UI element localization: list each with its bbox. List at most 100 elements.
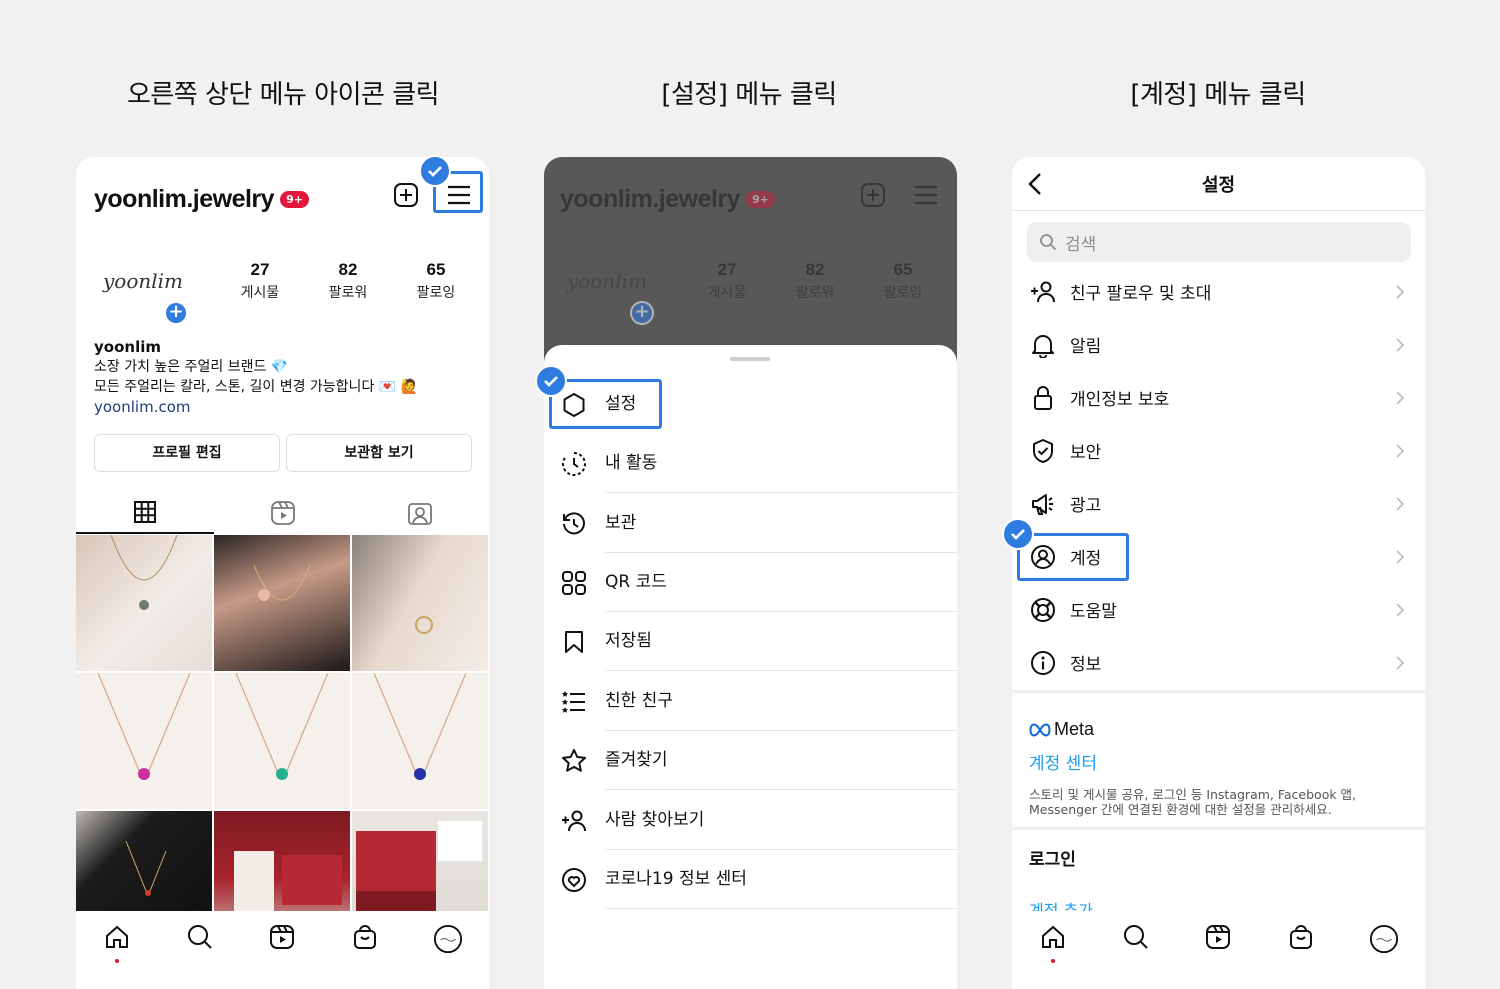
photo-thumbnail[interactable]	[214, 535, 350, 671]
tagged-icon	[408, 503, 433, 525]
login-heading: 로그인	[1029, 850, 1076, 870]
menu-item-covid-center[interactable]: 코로나19 정보 센터	[544, 850, 957, 909]
stat-label: 게시물	[707, 285, 747, 301]
chevron-right-icon	[1396, 284, 1405, 299]
stat-followers[interactable]: 82 팔로워	[313, 260, 383, 302]
stat-following[interactable]: 65 팔로잉	[401, 260, 471, 302]
menu-item-discover-people[interactable]: 사람 찾아보기	[544, 791, 957, 850]
profile-header: yoonlim.jewelry 9+	[560, 179, 957, 219]
menu-item-label: 즐겨찾기	[605, 731, 957, 790]
grid-icon	[133, 501, 156, 523]
settings-item-about[interactable]: 정보	[1012, 636, 1425, 689]
view-archive-button[interactable]: 보관함 보기	[286, 434, 472, 472]
search-icon[interactable]	[185, 923, 215, 953]
archive-icon	[559, 509, 589, 539]
photo-grid	[76, 535, 489, 947]
settings-search-input[interactable]: 검색	[1027, 222, 1411, 262]
shop-icon[interactable]	[1286, 923, 1316, 953]
settings-item-notifications[interactable]: 알림	[1012, 318, 1425, 371]
notification-badge[interactable]: 9+	[280, 190, 309, 208]
meta-description: 스토리 및 게시물 공유, 로그인 등 Instagram, Facebook …	[1029, 787, 1357, 817]
meta-logo: Meta	[1029, 719, 1094, 740]
menu-item-favorites[interactable]: 즐겨찾기	[544, 731, 957, 790]
active-dot	[1051, 959, 1056, 963]
section-divider	[1012, 827, 1425, 830]
menu-item-label: 친한 친구	[605, 672, 957, 731]
home-icon[interactable]	[1038, 923, 1068, 963]
add-story-button[interactable]: +	[164, 301, 188, 325]
profile-username: yoonlim.jewelry	[94, 184, 275, 213]
step1-title: 오른쪽 상단 메뉴 아이콘 클릭	[126, 80, 440, 110]
lock-icon	[1028, 383, 1058, 413]
photo-thumbnail[interactable]	[352, 535, 488, 671]
bio-name: yoonlim	[94, 338, 161, 356]
settings-screen: 설정 검색 친구 팔로우 및 초대 알림 개인정보 보호 보안 광고 계정 도움…	[1012, 157, 1425, 989]
megaphone-icon	[1028, 489, 1058, 519]
meta-infinity-icon	[1029, 722, 1051, 737]
menu-item-label: QR 코드	[605, 553, 957, 612]
settings-item-ads[interactable]: 광고	[1012, 477, 1425, 530]
tab-grid[interactable]	[76, 492, 214, 534]
search-icon[interactable]	[1121, 923, 1151, 953]
sheet-grabber[interactable]	[730, 357, 770, 361]
menu-item-saved[interactable]: 저장됨	[544, 612, 957, 671]
step3-title: [계정] 메뉴 클릭	[1130, 80, 1306, 110]
photo-thumbnail[interactable]	[352, 673, 488, 809]
home-icon[interactable]	[102, 923, 132, 963]
new-post-icon[interactable]	[392, 181, 420, 209]
menu-item-label: 보관	[605, 494, 957, 553]
back-arrow-icon[interactable]	[1024, 171, 1048, 197]
profile-avatar-icon[interactable]	[1369, 923, 1399, 954]
tab-tagged[interactable]	[351, 492, 489, 534]
settings-item-security[interactable]: 보안	[1012, 424, 1425, 477]
settings-item-label: 광고	[1070, 496, 1102, 516]
star-icon	[559, 746, 589, 776]
bell-icon	[1028, 330, 1058, 360]
accounts-center-link[interactable]: 계정 센터	[1029, 749, 1097, 774]
menu-item-qr-code[interactable]: QR 코드	[544, 553, 957, 612]
reels-icon[interactable]	[267, 923, 297, 953]
menu-item-activity[interactable]: 내 활동	[544, 434, 957, 493]
bottom-nav	[1012, 911, 1425, 989]
stat-value: 65	[893, 260, 913, 279]
chevron-right-icon	[1396, 549, 1405, 564]
shop-icon[interactable]	[350, 923, 380, 953]
menu-item-close-friends[interactable]: 친한 친구	[544, 672, 957, 731]
hamburger-menu-icon	[912, 181, 940, 209]
tab-reels[interactable]	[214, 492, 352, 534]
stat-label: 팔로워	[795, 285, 835, 301]
profile-username: yoonlim.jewelry	[560, 184, 741, 213]
settings-item-label: 도움말	[1070, 602, 1117, 622]
menu-item-label: 코로나19 정보 센터	[605, 850, 957, 909]
account-highlight	[1017, 533, 1129, 581]
stat-label: 팔로잉	[416, 285, 456, 301]
photo-thumbnail[interactable]	[214, 673, 350, 809]
menu-item-label: 내 활동	[605, 434, 957, 493]
menu-item-archive[interactable]: 보관	[544, 494, 957, 553]
chevron-right-icon	[1396, 390, 1405, 405]
bio-line: 모든 주얼리는 칼라, 스톤, 길이 변경 가능합니다 💌 🙋	[94, 379, 419, 395]
chevron-right-icon	[1396, 655, 1405, 670]
menu-item-label: 사람 찾아보기	[605, 791, 957, 850]
reels-icon[interactable]	[1203, 923, 1233, 953]
photo-thumbnail[interactable]	[76, 535, 212, 671]
photo-thumbnail[interactable]	[76, 673, 212, 809]
menu-item-label: 저장됨	[605, 612, 957, 671]
profile-avatar-icon[interactable]	[433, 923, 463, 954]
menu-screen: yoonlim.jewelry 9+ yoonlim 27 게시물 82 팔로워 6…	[544, 157, 957, 989]
settings-item-privacy[interactable]: 개인정보 보호	[1012, 371, 1425, 424]
settings-item-help[interactable]: 도움말	[1012, 583, 1425, 636]
profile-tabs	[76, 492, 489, 534]
bio-link[interactable]: yoonlim.com	[94, 397, 418, 417]
add-person-icon	[1028, 277, 1058, 307]
stat-following: 65 팔로잉	[868, 260, 938, 302]
stat-posts[interactable]: 27 게시물	[225, 260, 295, 302]
notification-badge: 9+	[746, 190, 775, 208]
settings-item-follow-invite[interactable]: 친구 팔로우 및 초대	[1012, 265, 1425, 318]
lifebuoy-icon	[1028, 595, 1058, 625]
covid-info-icon	[559, 865, 589, 895]
step2-title: [설정] 메뉴 클릭	[661, 80, 837, 110]
edit-profile-button[interactable]: 프로필 편집	[94, 434, 280, 472]
checkmark-icon	[1002, 518, 1034, 550]
profile-logo-text: yoonlim	[566, 269, 648, 293]
